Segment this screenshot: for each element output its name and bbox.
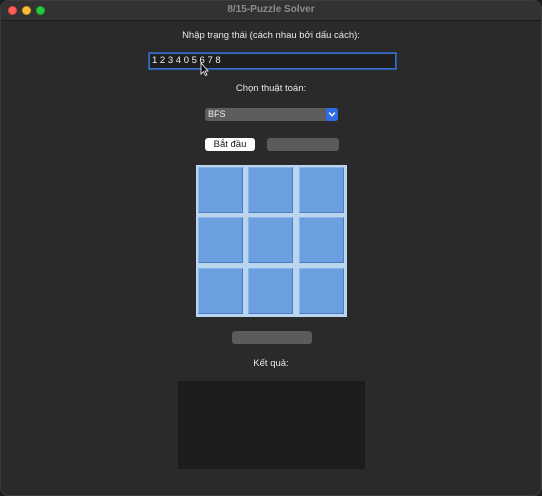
title-bar: 8/15-Puzzle Solver <box>1 1 541 21</box>
text-cursor-icon <box>200 62 209 76</box>
chevron-down-icon <box>326 108 338 121</box>
start-button[interactable]: Bắt đầu <box>205 138 255 151</box>
puzzle-board <box>196 165 347 317</box>
puzzle-tile[interactable] <box>248 268 293 314</box>
result-text-area[interactable] <box>178 381 365 469</box>
puzzle-tile[interactable] <box>248 167 293 213</box>
puzzle-tile[interactable] <box>248 217 293 263</box>
puzzle-tile[interactable] <box>198 167 243 213</box>
algorithm-selected-value: BFS <box>208 109 226 119</box>
next-step-button[interactable] <box>267 138 339 151</box>
state-input[interactable] <box>149 53 396 69</box>
algorithm-select[interactable]: BFS <box>205 108 338 121</box>
puzzle-tile[interactable] <box>299 217 344 263</box>
result-label: Kết quả: <box>253 358 289 369</box>
puzzle-tile[interactable] <box>299 167 344 213</box>
puzzle-tile[interactable] <box>299 268 344 314</box>
app-window: 8/15-Puzzle Solver Nhập trạng thái (cách… <box>0 0 542 496</box>
solve-button[interactable] <box>232 331 312 344</box>
algorithm-label: Chọn thuật toán: <box>235 83 307 94</box>
input-label: Nhập trạng thái (cách nhau bởi dấu cách)… <box>182 30 360 41</box>
puzzle-tile[interactable] <box>198 268 243 314</box>
window-title: 8/15-Puzzle Solver <box>227 4 315 15</box>
puzzle-tile[interactable] <box>198 217 243 263</box>
